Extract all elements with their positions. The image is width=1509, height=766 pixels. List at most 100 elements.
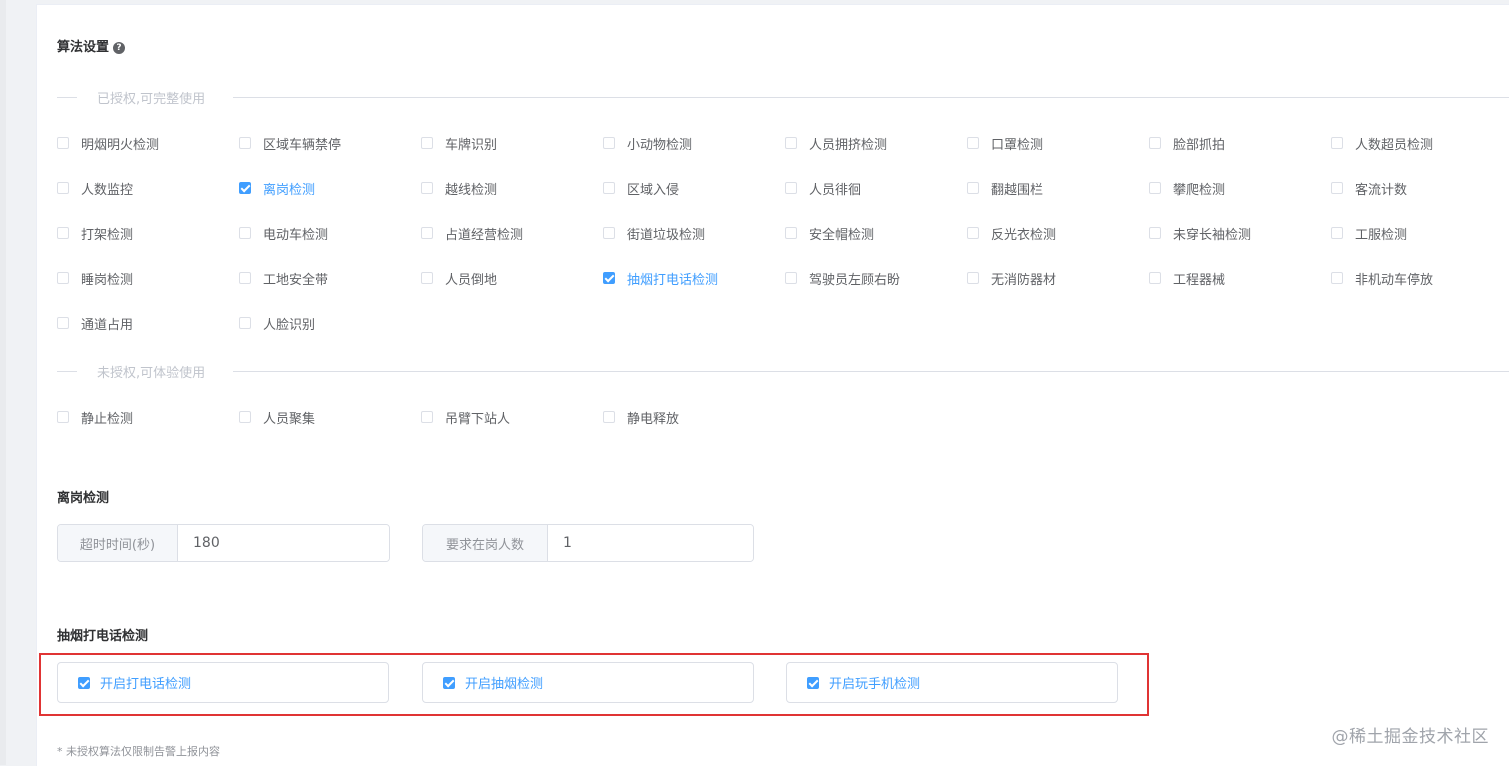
unauthorized-checkbox-item[interactable]: 吊臂下站人 — [421, 407, 510, 427]
checkbox-label: 静止检测 — [81, 411, 134, 427]
phone-detection-checkbox[interactable] — [78, 676, 90, 689]
authorized-checkbox-item[interactable]: 通道占用 — [57, 313, 133, 333]
checkbox-label: 客流计数 — [1355, 182, 1408, 198]
checkbox[interactable] — [421, 227, 433, 239]
authorized-checkbox-item[interactable]: 口罩检测 — [967, 133, 1043, 153]
checkbox-label: 抽烟打电话检测 — [627, 272, 719, 288]
checkbox[interactable] — [1149, 137, 1161, 149]
checkbox-label: 未穿长袖检测 — [1173, 227, 1252, 243]
checkbox-label: 小动物检测 — [627, 137, 693, 153]
authorized-checkbox-item[interactable]: 翻越围栏 — [967, 178, 1043, 198]
checkbox[interactable] — [967, 182, 979, 194]
phone-detection-label: 开启打电话检测 — [100, 677, 192, 692]
authorized-checkbox-item[interactable]: 明烟明火检测 — [57, 133, 159, 153]
checkbox[interactable] — [239, 317, 251, 329]
checkbox[interactable] — [57, 272, 69, 284]
checkbox[interactable] — [1331, 182, 1343, 194]
checkbox[interactable] — [239, 182, 251, 194]
checkbox[interactable] — [239, 227, 251, 239]
play-phone-detection-checkbox[interactable] — [807, 676, 819, 689]
checkbox[interactable] — [421, 411, 433, 423]
authorized-checkbox-item[interactable]: 打架检测 — [57, 223, 133, 243]
authorized-checkbox-item[interactable]: 人数监控 — [57, 178, 133, 198]
authorized-checkbox-item[interactable]: 人员徘徊 — [785, 178, 861, 198]
unauthorized-checkbox-item[interactable]: 静止检测 — [57, 407, 133, 427]
phone-detection-option[interactable]: 开启打电话检测 — [57, 662, 389, 703]
authorized-checkbox-item[interactable]: 无消防器材 — [967, 268, 1056, 288]
authorized-checkbox-item[interactable]: 电动车检测 — [239, 223, 328, 243]
checkbox[interactable] — [967, 272, 979, 284]
authorized-checkbox-item[interactable]: 工地安全带 — [239, 268, 328, 288]
checkbox[interactable] — [57, 137, 69, 149]
checkbox[interactable] — [603, 411, 615, 423]
checkbox[interactable] — [421, 182, 433, 194]
checkbox-label: 占道经营检测 — [445, 227, 524, 243]
authorized-checkbox-item[interactable]: 工服检测 — [1331, 223, 1407, 243]
authorized-checkbox-item[interactable]: 人数超员检测 — [1331, 133, 1433, 153]
authorized-algorithm-list: 明烟明火检测 区域车辆禁停 车牌识别 小动物检测 人员拥挤检测 口罩检测 脸部抓拍 人数超员检… — [57, 133, 1509, 333]
checkbox[interactable] — [57, 227, 69, 239]
checkbox[interactable] — [967, 227, 979, 239]
authorized-checkbox-item[interactable]: 街道垃圾检测 — [603, 223, 705, 243]
question-circle-icon[interactable]: ? — [113, 42, 126, 54]
algorithm-settings-panel: 算法设置? 已授权,可完整使用 明烟明火检测 区域车辆禁停 车牌识别 小动物检测 人员拥… — [36, 4, 1509, 766]
checkbox[interactable] — [1149, 182, 1161, 194]
smoke-phone-section-title: 抽烟打电话检测 — [57, 629, 149, 644]
authorized-checkbox-item[interactable]: 安全帽检测 — [785, 223, 874, 243]
checkbox[interactable] — [57, 411, 69, 423]
checkbox[interactable] — [1149, 227, 1161, 239]
play-phone-detection-option[interactable]: 开启玩手机检测 — [786, 662, 1118, 703]
checkbox[interactable] — [1331, 272, 1343, 284]
checkbox[interactable] — [785, 137, 797, 149]
authorized-checkbox-item[interactable]: 人员拥挤检测 — [785, 133, 887, 153]
authorized-checkbox-item[interactable]: 人脸识别 — [239, 313, 315, 333]
authorized-checkbox-item[interactable]: 小动物检测 — [603, 133, 692, 153]
unauthorized-checkbox-item[interactable]: 静电释放 — [603, 407, 679, 427]
checkbox[interactable] — [1149, 272, 1161, 284]
authorized-checkbox-item[interactable]: 非机动车停放 — [1331, 268, 1433, 288]
checkbox[interactable] — [603, 272, 615, 284]
checkbox[interactable] — [239, 272, 251, 284]
divider-line — [57, 371, 77, 372]
authorized-checkbox-item[interactable]: 越线检测 — [421, 178, 497, 198]
authorized-checkbox-item[interactable]: 未穿长袖检测 — [1149, 223, 1251, 243]
authorized-checkbox-item[interactable]: 车牌识别 — [421, 133, 497, 153]
checkbox[interactable] — [785, 272, 797, 284]
timeout-input[interactable] — [178, 525, 389, 561]
checkbox[interactable] — [1331, 137, 1343, 149]
unauthorized-checkbox-item[interactable]: 人员聚集 — [239, 407, 315, 427]
checkbox[interactable] — [603, 182, 615, 194]
authorized-checkbox-item[interactable]: 睡岗检测 — [57, 268, 133, 288]
authorized-checkbox-item[interactable]: 驾驶员左顾右盼 — [785, 268, 900, 288]
authorized-checkbox-item[interactable]: 离岗检测 — [239, 178, 315, 198]
authorized-checkbox-item[interactable]: 工程器械 — [1149, 268, 1225, 288]
authorized-checkbox-item[interactable]: 占道经营检测 — [421, 223, 523, 243]
authorized-checkbox-item[interactable]: 客流计数 — [1331, 178, 1407, 198]
required-staff-label: 要求在岗人数 — [423, 525, 548, 561]
checkbox[interactable] — [967, 137, 979, 149]
checkbox[interactable] — [239, 411, 251, 423]
authorized-checkbox-item[interactable]: 脸部抓拍 — [1149, 133, 1225, 153]
authorized-checkbox-item[interactable]: 区域车辆禁停 — [239, 133, 341, 153]
checkbox[interactable] — [57, 317, 69, 329]
checkbox[interactable] — [1331, 227, 1343, 239]
checkbox[interactable] — [239, 137, 251, 149]
checkbox[interactable] — [603, 227, 615, 239]
required-staff-input[interactable] — [548, 525, 753, 561]
checkbox[interactable] — [421, 137, 433, 149]
checkbox[interactable] — [785, 182, 797, 194]
smoking-detection-option[interactable]: 开启抽烟检测 — [422, 662, 754, 703]
checkbox[interactable] — [603, 137, 615, 149]
checkbox[interactable] — [785, 227, 797, 239]
authorized-checkbox-item[interactable]: 抽烟打电话检测 — [603, 268, 718, 288]
timeout-label: 超时时间(秒) — [58, 525, 178, 561]
authorized-checkbox-item[interactable]: 攀爬检测 — [1149, 178, 1225, 198]
checkbox-label: 车牌识别 — [445, 137, 498, 153]
smoking-detection-checkbox[interactable] — [443, 676, 455, 689]
checkbox[interactable] — [57, 182, 69, 194]
authorized-checkbox-item[interactable]: 反光衣检测 — [967, 223, 1056, 243]
authorized-checkbox-item[interactable]: 人员倒地 — [421, 268, 497, 288]
authorized-checkbox-item[interactable]: 区域入侵 — [603, 178, 679, 198]
checkbox[interactable] — [421, 272, 433, 284]
required-staff-input-group: 要求在岗人数 — [422, 524, 754, 562]
